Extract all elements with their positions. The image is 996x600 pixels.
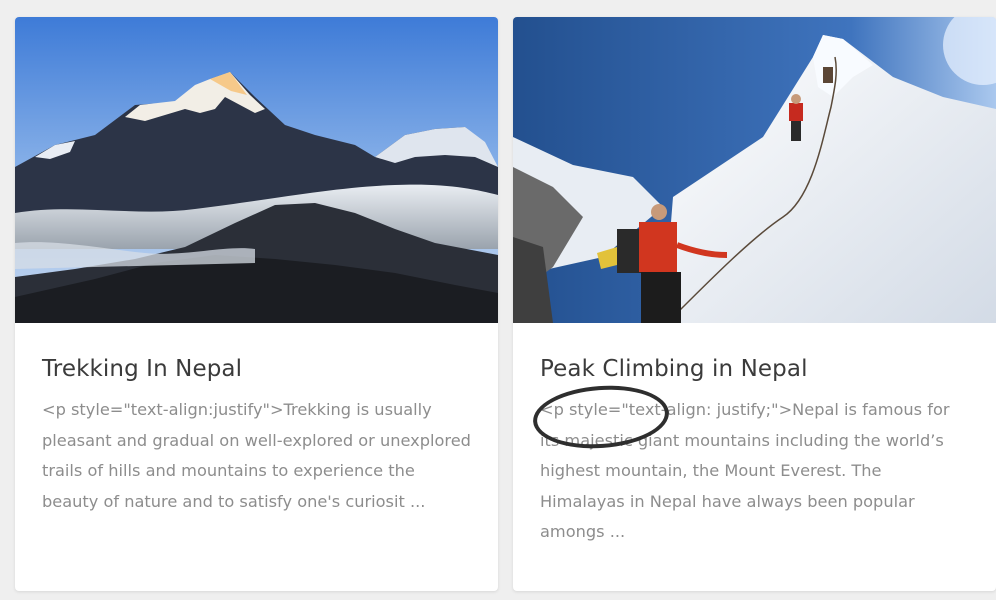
package-card-trekking[interactable]: Trekking In Nepal <p style="text-align:j…	[15, 17, 498, 591]
card-excerpt: <p style="text-align: justify;">Nepal is…	[540, 400, 950, 541]
package-grid: Trekking In Nepal <p style="text-align:j…	[0, 0, 996, 600]
card-image-trekking[interactable]	[15, 17, 498, 323]
card-title[interactable]: Peak Climbing in Nepal	[540, 356, 970, 382]
card-excerpt: <p style="text-align:justify">Trekking i…	[42, 400, 471, 511]
package-card-peak-climbing[interactable]: Peak Climbing in Nepal <p style="text-al…	[513, 17, 996, 591]
card-image-peak-climbing[interactable]	[513, 17, 996, 323]
card-title[interactable]: Trekking In Nepal	[42, 356, 472, 382]
